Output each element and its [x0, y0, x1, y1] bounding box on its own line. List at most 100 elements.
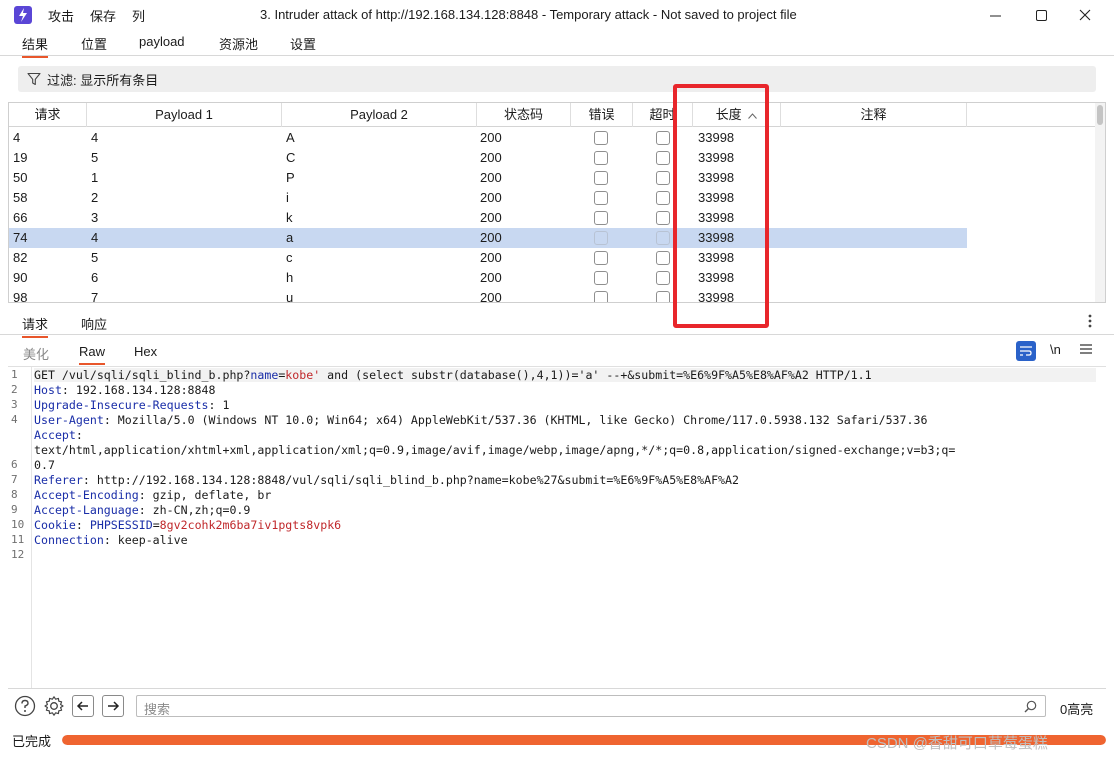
menu-bar: 攻击 保存 列 — [48, 6, 161, 25]
previous-match-button[interactable] — [72, 695, 94, 717]
wrap-lines-button[interactable] — [1016, 341, 1036, 361]
show-newlines-button[interactable]: \n — [1050, 342, 1061, 357]
table-row[interactable]: 74 4 a 200 33998 — [9, 228, 967, 248]
tab-resource-pool[interactable]: 资源池 — [219, 34, 258, 53]
tab-hex[interactable]: Hex — [134, 344, 157, 359]
cell-p1: 5 — [91, 250, 99, 265]
tab-pretty[interactable]: 美化 — [23, 344, 49, 363]
line-number: 10 — [11, 518, 25, 531]
cell-length: 33998 — [698, 210, 735, 225]
more-options-icon[interactable] — [1088, 313, 1092, 329]
table-row[interactable]: 98 7 u 200 33998 — [9, 288, 967, 303]
table-row[interactable]: 50 1 P 200 33998 — [9, 168, 967, 188]
error-checkbox[interactable] — [594, 291, 608, 302]
cell-p2: i — [286, 190, 289, 205]
timeout-checkbox[interactable] — [656, 151, 670, 165]
error-checkbox[interactable] — [594, 211, 608, 225]
sort-ascending-icon — [748, 112, 758, 119]
error-checkbox[interactable] — [594, 191, 608, 205]
code-text: and (select substr(database(),4,1))='a' … — [320, 368, 872, 382]
error-checkbox[interactable] — [594, 131, 608, 145]
cell-status: 200 — [480, 230, 502, 245]
tab-payloads[interactable]: payload — [139, 34, 185, 49]
tab-settings[interactable]: 设置 — [290, 34, 316, 53]
filter-bar[interactable]: 过滤: 显示所有条目 — [18, 66, 1096, 92]
main-tabs: 结果 位置 payload 资源池 设置 — [0, 30, 1114, 58]
column-status-code[interactable]: 状态码 — [477, 103, 571, 127]
search-input[interactable]: 搜索 — [136, 695, 1046, 717]
status-bar: 已完成 CSDN @香甜可口草莓蛋糕 — [0, 728, 1114, 759]
code-text: 0.7 — [34, 458, 55, 472]
cell-p1: 4 — [91, 230, 99, 245]
highlight-count: 0高亮 — [1060, 702, 1094, 717]
table-row[interactable]: 58 2 i 200 33998 — [9, 188, 967, 208]
table-row[interactable]: 90 6 h 200 33998 — [9, 268, 967, 288]
table-row[interactable]: 19 5 C 200 33998 — [9, 148, 967, 168]
table-row[interactable]: 66 3 k 200 33998 — [9, 208, 967, 228]
timeout-checkbox[interactable] — [656, 191, 670, 205]
timeout-checkbox[interactable] — [656, 271, 670, 285]
tab-raw[interactable]: Raw — [79, 344, 106, 365]
error-checkbox[interactable] — [594, 171, 608, 185]
column-length[interactable]: 长度 — [693, 103, 781, 127]
cell-length: 33998 — [698, 290, 735, 303]
error-checkbox[interactable] — [594, 151, 608, 165]
code-line: Referer: http://192.168.134.128:8848/vul… — [34, 473, 739, 487]
line-number: 8 — [11, 488, 18, 501]
timeout-checkbox[interactable] — [656, 231, 670, 245]
maximize-button[interactable] — [1018, 0, 1064, 30]
cell-p2: C — [286, 150, 296, 165]
timeout-checkbox[interactable] — [656, 171, 670, 185]
table-row[interactable]: 4 4 A 200 33998 — [9, 128, 967, 148]
table-header: 请求 Payload 1 Payload 2 状态码 错误 超时 长度 注释 — [9, 103, 1105, 127]
error-checkbox[interactable] — [594, 271, 608, 285]
cell-req: 82 — [13, 250, 28, 265]
close-button[interactable] — [1062, 0, 1108, 30]
cell-length: 33998 — [698, 150, 735, 165]
menu-attack[interactable]: 攻击 — [48, 6, 74, 25]
minimize-icon — [989, 15, 1001, 16]
help-icon — [14, 695, 36, 717]
timeout-checkbox[interactable] — [656, 131, 670, 145]
next-match-button[interactable] — [102, 695, 124, 717]
minimize-button[interactable] — [972, 0, 1018, 30]
column-timeout[interactable]: 超时 — [633, 103, 693, 127]
column-payload-2[interactable]: Payload 2 — [282, 103, 477, 127]
cell-status: 200 — [480, 190, 502, 205]
column-payload-1[interactable]: Payload 1 — [87, 103, 282, 127]
error-checkbox[interactable] — [594, 231, 608, 245]
cell-p2: P — [286, 170, 295, 185]
cell-status: 200 — [480, 250, 502, 265]
code-text: text/html,application/xhtml+xml,applicat… — [34, 443, 956, 457]
cell-p1: 6 — [91, 270, 99, 285]
menu-save[interactable]: 保存 — [90, 6, 116, 25]
table-scrollbar[interactable] — [1095, 103, 1105, 302]
tab-response[interactable]: 响应 — [81, 314, 107, 333]
timeout-checkbox[interactable] — [656, 211, 670, 225]
help-button[interactable] — [14, 695, 36, 717]
line-number-gutter: 1 2 3 4 6 7 8 9 10 11 12 — [8, 367, 32, 689]
code-line: text/html,application/xhtml+xml,applicat… — [34, 443, 955, 457]
column-request[interactable]: 请求 — [9, 103, 87, 127]
tab-request[interactable]: 请求 — [22, 314, 49, 338]
menu-icon[interactable] — [1080, 344, 1092, 354]
line-number: 1 — [11, 368, 18, 381]
column-error[interactable]: 错误 — [571, 103, 633, 127]
cell-p2: A — [286, 130, 295, 145]
menu-columns[interactable]: 列 — [132, 6, 145, 25]
error-checkbox[interactable] — [594, 251, 608, 265]
timeout-checkbox[interactable] — [656, 251, 670, 265]
request-editor[interactable]: 1 2 3 4 6 7 8 9 10 11 12 GET /vul/sqli/sqli_blind_… — [8, 366, 1106, 689]
table-row[interactable]: 82 5 c 200 33998 — [9, 248, 967, 268]
header-name: User-Agent — [34, 413, 104, 427]
cell-length: 33998 — [698, 230, 735, 245]
column-comment[interactable]: 注释 — [781, 103, 967, 127]
tab-results[interactable]: 结果 — [22, 34, 49, 58]
close-icon — [1079, 9, 1091, 21]
timeout-checkbox[interactable] — [656, 291, 670, 302]
tab-positions[interactable]: 位置 — [81, 34, 107, 53]
settings-button[interactable] — [43, 695, 65, 717]
scrollbar-thumb[interactable] — [1097, 105, 1103, 125]
view-mode-tabs: 美化 Raw Hex \n — [8, 338, 1106, 366]
filter-label: 过滤: 显示所有条目 — [47, 72, 159, 88]
